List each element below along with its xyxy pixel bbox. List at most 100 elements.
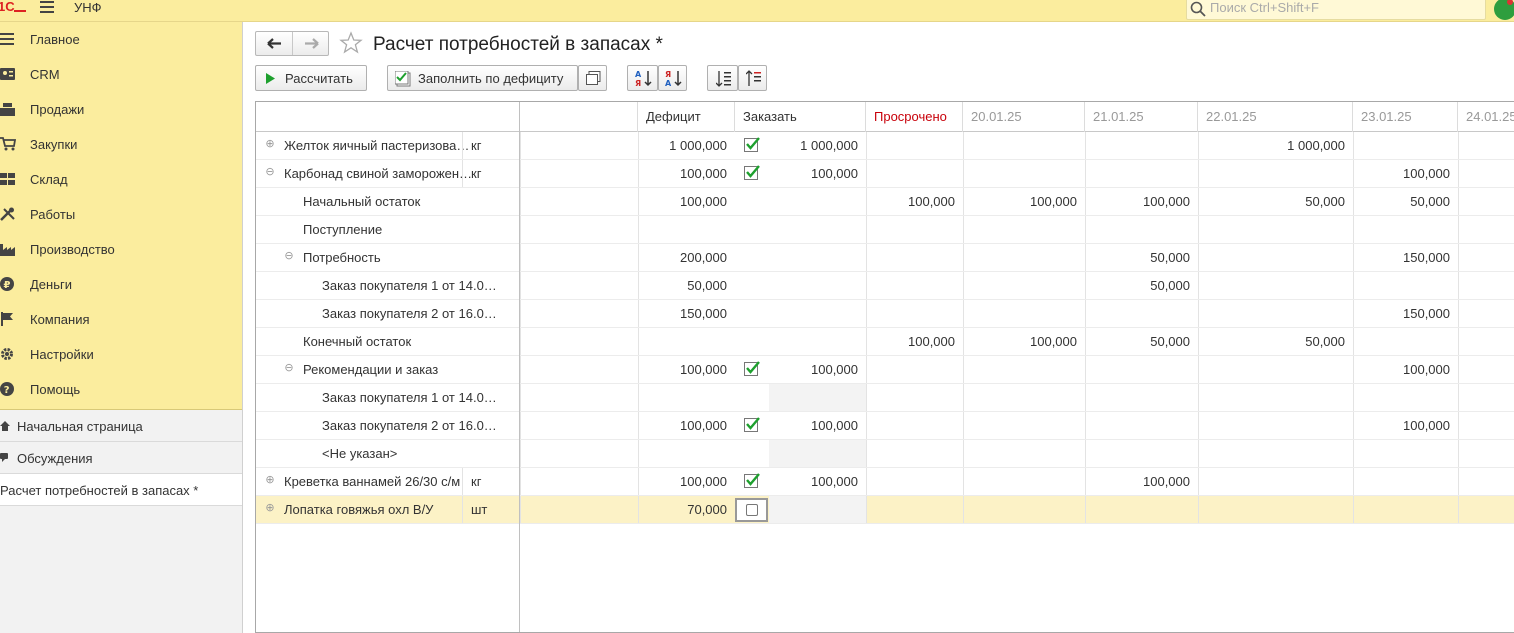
order-value[interactable] [769,496,866,523]
empty-cell [520,272,638,299]
checked-checkbox-icon[interactable] [744,165,761,181]
section-money[interactable]: ₽ Деньги [0,267,242,302]
order-value[interactable] [769,188,866,215]
collapse-icon[interactable]: ⊖ [265,167,275,178]
date-value [963,356,1085,383]
header-date[interactable]: 20.01.25 [963,102,1085,132]
order-value[interactable] [769,328,866,355]
header-product[interactable] [256,102,520,132]
section-warehouse[interactable]: Склад [0,162,242,197]
open-tab-home[interactable]: Начальная страница [0,410,242,442]
expand-icon[interactable]: ⊕ [265,475,275,486]
table-row[interactable]: ⊕ Лопатка говяжья охл В/У шт 70,000 [256,496,1514,524]
table-row[interactable]: ⊖ Карбонад свиной замороженный кг 100,000 10… [256,160,1514,188]
order-value[interactable] [769,384,866,411]
order-value[interactable] [769,244,866,271]
open-tab-label: Расчет потребностей в запасах * [0,483,199,498]
copy-button[interactable] [578,65,607,91]
date-value [1198,412,1353,439]
1c-logo-icon[interactable]: 1С [0,0,26,14]
order-value[interactable]: 1 000,000 [769,132,866,159]
factory-icon [0,244,15,256]
overdue-value [866,412,963,439]
open-tab-calculation[interactable]: Расчет потребностей в запасах * [0,474,242,506]
checked-checkbox-icon[interactable] [744,137,761,153]
section-main[interactable]: Главное [0,22,242,57]
search-placeholder: Поиск Ctrl+Shift+F [1210,0,1319,15]
search-input[interactable]: Поиск Ctrl+Shift+F [1186,0,1486,20]
back-button[interactable] [256,32,293,55]
menu-burger-icon[interactable] [40,1,54,13]
header-date[interactable]: 21.01.25 [1085,102,1198,132]
order-value[interactable]: 100,000 [769,356,866,383]
sort-descending-button[interactable]: Я А [658,65,687,91]
checked-checkbox-icon[interactable] [744,473,761,489]
table-row[interactable]: Заказ покупателя 2 от 16.01.2025 100,000 1… [256,412,1514,440]
requirements-table[interactable]: Дефицит Заказать Просрочено 20.01.25 21.… [255,101,1514,633]
order-checkbox[interactable] [735,498,768,522]
table-row[interactable]: Поступление [256,216,1514,244]
fill-by-deficit-label: Заполнить по дефициту [418,71,564,86]
collapse-all-button[interactable] [738,65,767,91]
fill-by-deficit-button[interactable]: Заполнить по дефициту [387,65,578,91]
empty-cell [520,300,638,327]
order-value[interactable] [769,272,866,299]
table-row[interactable]: ⊖ Рекомендации и заказ 100,000 100,000 100,0… [256,356,1514,384]
header-deficit[interactable]: Дефицит [638,102,735,132]
empty-cell [520,216,638,243]
product-name: Лопатка говяжья охл В/У [284,502,434,517]
sort-ascending-button[interactable]: А Я [627,65,658,91]
product-name: Карбонад свиной замороженный [284,166,482,181]
section-purchases[interactable]: Закупки [0,127,242,162]
order-value[interactable] [769,440,866,467]
notifications-bell-icon[interactable] [1494,0,1514,20]
section-settings[interactable]: Настройки [0,337,242,372]
expand-icon[interactable]: ⊕ [265,139,275,150]
header-date[interactable]: 24.01.25 [1458,102,1514,132]
order-value[interactable] [769,300,866,327]
calculate-button[interactable]: Рассчитать [255,65,367,91]
unit [462,244,519,271]
header-date[interactable]: 23.01.25 [1353,102,1458,132]
section-production[interactable]: Производство [0,232,242,267]
collapse-icon[interactable]: ⊖ [284,251,294,262]
order-value[interactable]: 100,000 [769,160,866,187]
arrow-left-icon [267,38,281,49]
checked-checkbox-icon[interactable] [744,417,761,433]
table-row[interactable]: Заказ покупателя 1 от 14.01.2025 [256,384,1514,412]
table-row[interactable]: ⊖ Потребность 200,000 50,000 150,000 [256,244,1514,272]
sections-panel: Главное CRM Продажи Закупки Склад Работы… [0,22,242,410]
open-tab-discussions[interactable]: Обсуждения [0,442,242,474]
collapse-icon[interactable]: ⊖ [284,363,294,374]
column-divider [519,102,520,632]
table-row[interactable]: Конечный остаток 100,000 100,000 50,000 50,0… [256,328,1514,356]
section-crm[interactable]: CRM [0,57,242,92]
order-value[interactable]: 100,000 [769,412,866,439]
expand-icon[interactable]: ⊕ [265,503,275,514]
section-works[interactable]: Работы [0,197,242,232]
header-overdue[interactable]: Просрочено [866,102,963,132]
table-row[interactable]: ⊕ Креветка ваннамей 26/30 с/м кг 100,000 100… [256,468,1514,496]
date-value [1198,160,1353,187]
order-value[interactable]: 100,000 [769,468,866,495]
section-company[interactable]: Компания [0,302,242,337]
table-row[interactable]: Заказ покупателя 2 от 16.01.2025 150,000 1… [256,300,1514,328]
table-row[interactable]: ⊕ Желток яичный пастеризованный кг 1 000,00… [256,132,1514,160]
section-sales[interactable]: Продажи [0,92,242,127]
table-row[interactable]: <Не указан> [256,440,1514,468]
checked-checkbox-icon[interactable] [744,361,761,377]
header-order[interactable]: Заказать [735,102,866,132]
expand-all-button[interactable] [707,65,738,91]
table-row[interactable]: Начальный остаток 100,000 100,000 100,000 10… [256,188,1514,216]
date-value [1353,440,1458,467]
table-row[interactable]: Заказ покупателя 1 от 14.01.2025 50,000 50… [256,272,1514,300]
sidebar: Главное CRM Продажи Закупки Склад Работы… [0,22,243,633]
date-value: 100,000 [1353,356,1458,383]
section-help[interactable]: ? Помощь [0,372,242,407]
forward-button[interactable] [293,32,330,55]
empty-cell [520,496,638,523]
order-value[interactable] [769,216,866,243]
favorite-star-icon[interactable] [339,31,363,55]
header-empty[interactable] [520,102,638,132]
header-date[interactable]: 22.01.25 [1198,102,1353,132]
